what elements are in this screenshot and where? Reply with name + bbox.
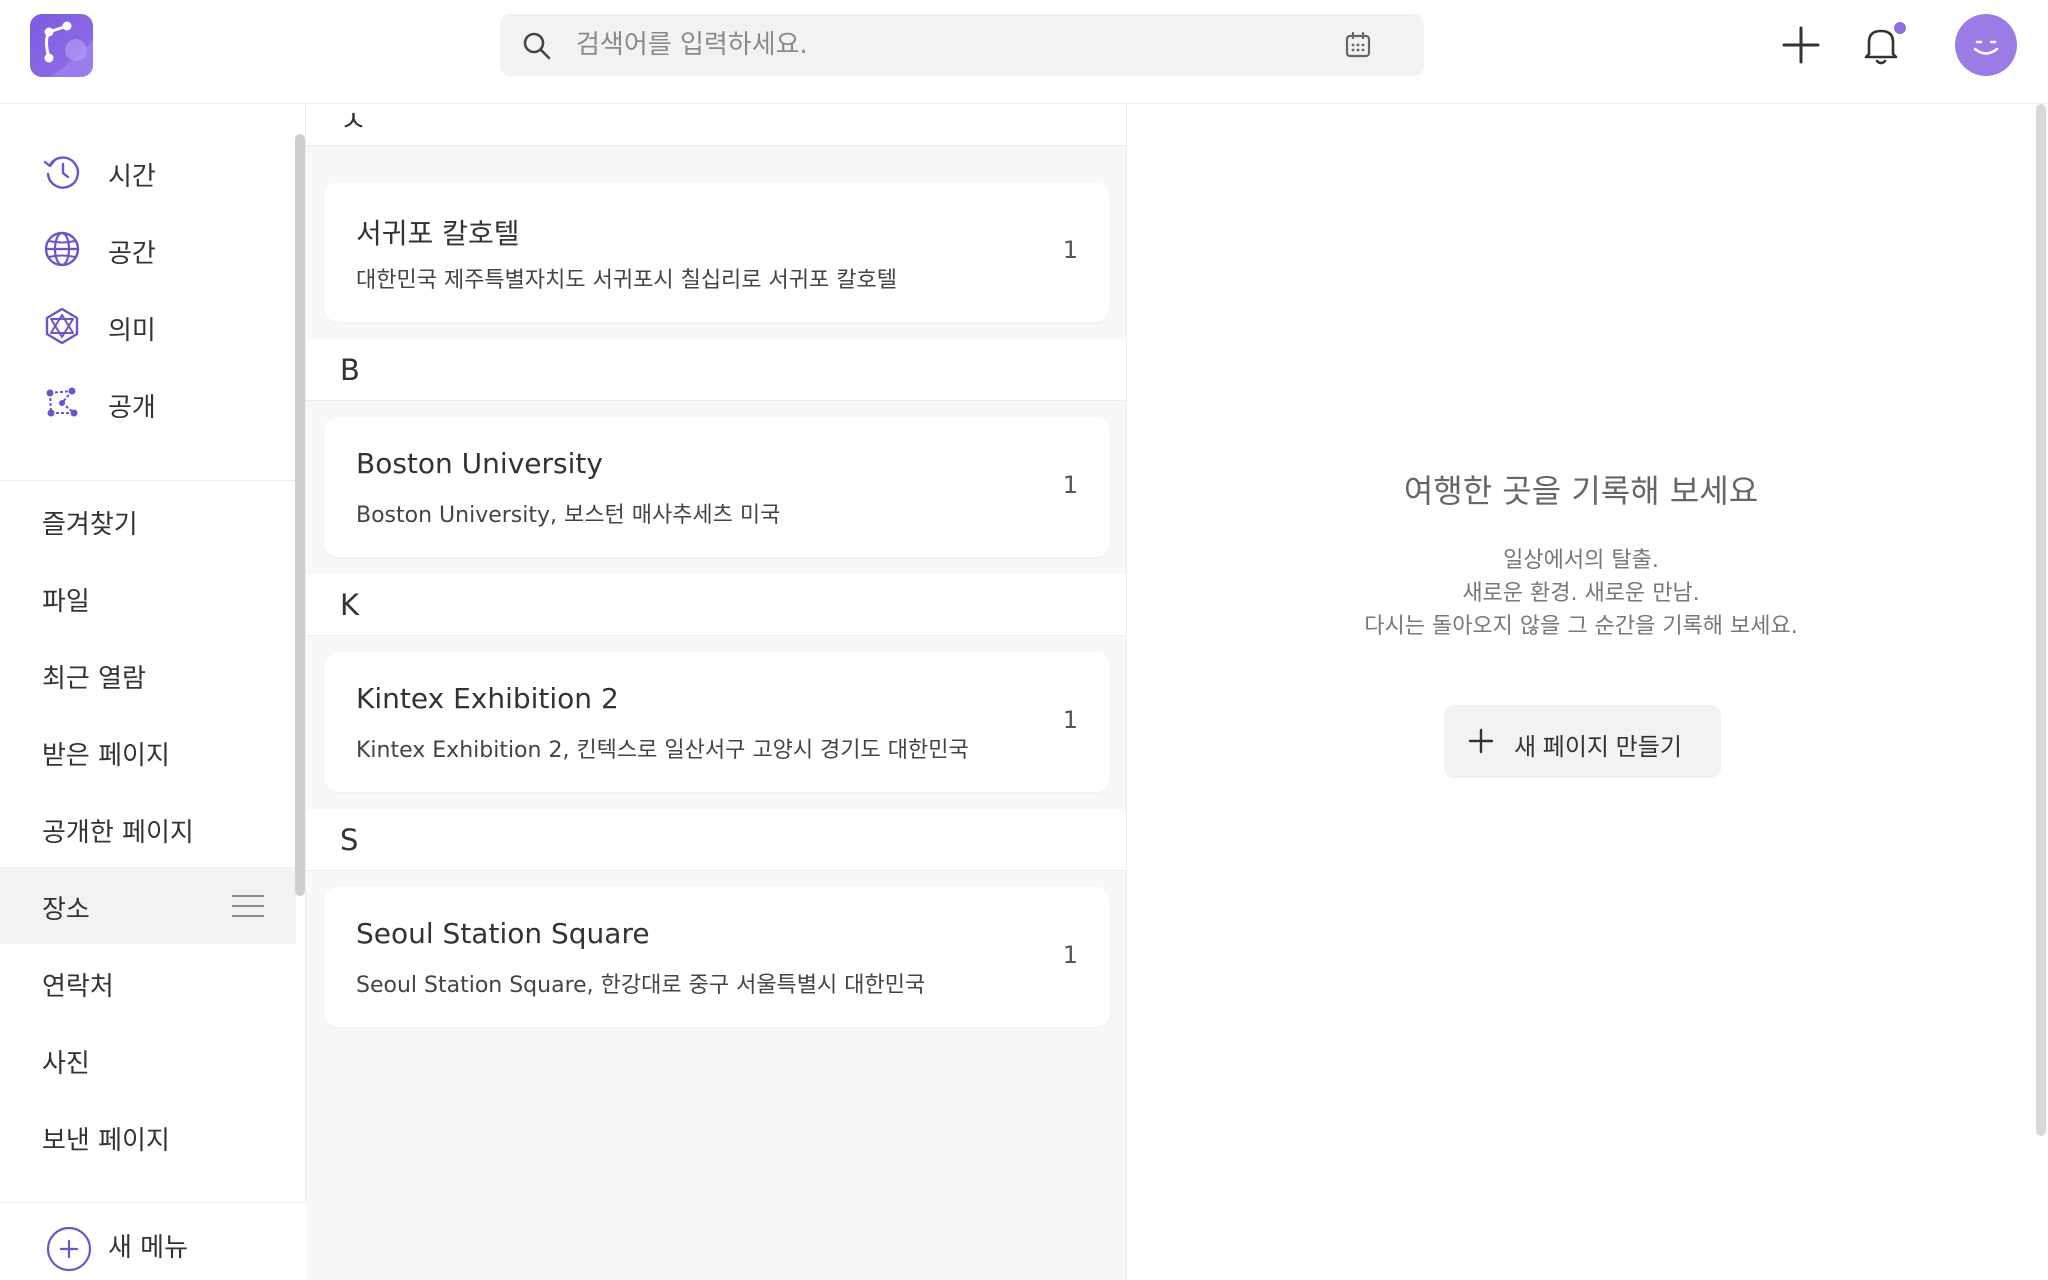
sidebar-item-received[interactable]: 받은 페이지 (0, 713, 296, 790)
detail-scrollbar[interactable] (2036, 104, 2046, 1136)
add-plus-icon[interactable] (1776, 20, 1826, 70)
menu-label: 즐겨찾기 (42, 510, 138, 540)
top-bar (0, 0, 2048, 104)
group-header: ㅅ (306, 104, 1126, 146)
nav-label: 시간 (108, 162, 156, 192)
nav-label: 의미 (108, 316, 156, 346)
sidebar-item-recent[interactable]: 최근 열람 (0, 636, 296, 713)
app-logo-icon[interactable] (30, 14, 93, 77)
menu-label: 연락처 (42, 972, 114, 1002)
share-network-icon (46, 387, 78, 417)
places-list: ㅅ 서귀포 칼호텔 대한민국 제주특별자치도 서귀포시 칠십리로 서귀포 칼호텔… (306, 104, 1127, 1280)
place-title: Boston University (356, 447, 603, 480)
nav-item-public[interactable]: 공개 (0, 365, 296, 442)
new-page-button[interactable]: 새 페이지 만들기 (1444, 705, 1721, 778)
place-count: 1 (1062, 941, 1078, 969)
sidebar-scrollbar[interactable] (295, 134, 305, 896)
notification-dot (1894, 22, 1906, 34)
sidebar-item-places[interactable]: 장소 (0, 867, 296, 944)
clock-history-icon (43, 156, 80, 189)
smiley-icon (1973, 40, 1999, 55)
group-letter: ㅅ (340, 104, 367, 138)
menu-label: 공개한 페이지 (42, 818, 194, 848)
group-letter: B (340, 353, 360, 387)
sidebar-item-contacts[interactable]: 연락처 (0, 944, 296, 1021)
plus-icon (1468, 728, 1494, 754)
sidebar-item-sent[interactable]: 보낸 페이지 (0, 1098, 296, 1175)
drag-handle-icon[interactable] (230, 893, 266, 919)
menu-label: 최근 열람 (42, 664, 146, 694)
new-page-label: 새 페이지 만들기 (1514, 734, 1682, 761)
place-card[interactable]: Boston University Boston University, 보스턴… (324, 417, 1110, 557)
menu-label: 파일 (42, 587, 90, 617)
empty-state-title: 여행한 곳을 기록해 보세요 (1403, 472, 1759, 510)
place-title: Seoul Station Square (356, 917, 650, 950)
avatar[interactable] (1955, 14, 2017, 76)
place-address: 대한민국 제주특별자치도 서귀포시 칠십리로 서귀포 칼호텔 (356, 268, 897, 293)
place-address: Kintex Exhibition 2, 킨텍스로 일산서구 고양시 경기도 대… (356, 738, 969, 763)
group-header: B (306, 339, 1126, 401)
sidebar-item-photos[interactable]: 사진 (0, 1021, 296, 1098)
group-letter: K (340, 588, 360, 622)
new-menu-button[interactable]: 새 메뉴 (0, 1202, 306, 1280)
place-card[interactable]: Seoul Station Square Seoul Station Squar… (324, 887, 1110, 1027)
meaning-network-icon (45, 307, 79, 345)
calendar-icon[interactable] (1344, 31, 1372, 59)
menu-label: 장소 (42, 895, 90, 925)
group-letter: S (340, 823, 359, 857)
place-title: 서귀포 칼호텔 (356, 217, 520, 250)
search-input[interactable] (576, 14, 1336, 76)
empty-state-line: 다시는 돌아오지 않을 그 순간을 기록해 보세요. (1364, 614, 1798, 639)
detail-pane: 여행한 곳을 기록해 보세요 일상에서의 탈출. 새로운 환경. 새로운 만남.… (1127, 104, 2048, 1280)
group-header: S (306, 809, 1126, 871)
place-address: Boston University, 보스턴 매사추세츠 미국 (356, 503, 781, 528)
menu-label: 보낸 페이지 (42, 1126, 170, 1156)
place-card[interactable]: 서귀포 칼호텔 대한민국 제주특별자치도 서귀포시 칠십리로 서귀포 칼호텔 1 (324, 182, 1110, 322)
place-card[interactable]: Kintex Exhibition 2 Kintex Exhibition 2,… (324, 652, 1110, 792)
nav-item-space[interactable]: 공간 (0, 211, 296, 288)
group-header: K (306, 574, 1126, 636)
nav-label: 공간 (108, 239, 156, 269)
search-bar[interactable] (500, 14, 1424, 76)
menu-label: 사진 (42, 1049, 90, 1079)
sidebar-item-published[interactable]: 공개한 페이지 (0, 790, 296, 867)
sidebar: 시간 공간 의미 공개 즐겨찾기 파일 최근 열람 받은 페이지 공개한 페이지… (0, 104, 306, 1280)
place-count: 1 (1062, 471, 1078, 499)
globe-icon (44, 231, 80, 267)
menu-label: 받은 페이지 (42, 741, 170, 771)
nav-item-time[interactable]: 시간 (0, 134, 296, 211)
new-menu-label: 새 메뉴 (108, 1233, 189, 1263)
plus-circle-icon (46, 1226, 92, 1272)
sidebar-divider (0, 480, 296, 481)
sidebar-item-files[interactable]: 파일 (0, 559, 296, 636)
place-count: 1 (1062, 706, 1078, 734)
nav-item-meaning[interactable]: 의미 (0, 288, 296, 365)
empty-state-line: 새로운 환경. 새로운 만남. (1462, 581, 1700, 606)
nav-label: 공개 (108, 393, 156, 423)
empty-state-line: 일상에서의 탈출. (1503, 548, 1659, 573)
place-address: Seoul Station Square, 한강대로 중구 서울특별시 대한민국 (356, 973, 926, 998)
search-icon (523, 32, 551, 60)
sidebar-item-favorites[interactable]: 즐겨찾기 (0, 482, 296, 559)
place-count: 1 (1062, 236, 1078, 264)
place-title: Kintex Exhibition 2 (356, 682, 619, 715)
